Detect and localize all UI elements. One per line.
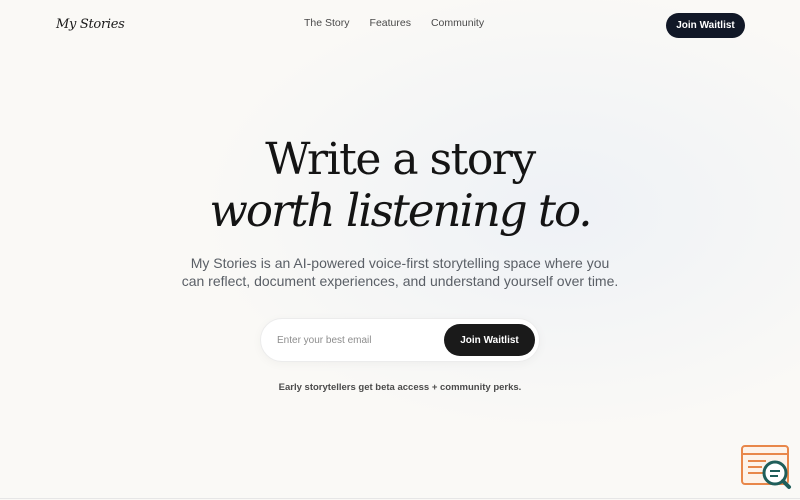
nav-link-community[interactable]: Community: [431, 17, 484, 29]
hero-title: Write a story worth listening to.: [0, 134, 800, 236]
nav-join-waitlist-button[interactable]: Join Waitlist: [666, 13, 745, 38]
perks-note: Early storytellers get beta access + com…: [278, 382, 522, 393]
brand-logo[interactable]: My Stories: [56, 17, 125, 32]
feedback-widget-button[interactable]: [740, 444, 792, 490]
form-join-waitlist-button[interactable]: Join Waitlist: [444, 324, 535, 356]
top-navbar: My Stories The Story Features Community …: [0, 0, 800, 50]
hero-subtitle: My Stories is an AI-powered voice-first …: [181, 255, 619, 289]
nav-links: The Story Features Community: [304, 17, 484, 29]
bottom-divider: [0, 498, 800, 499]
hero-title-line-2: worth listening to.: [209, 184, 592, 237]
email-input[interactable]: [277, 330, 437, 350]
feedback-search-icon: [741, 445, 791, 489]
waitlist-form: Join Waitlist: [260, 318, 540, 362]
nav-link-the-story[interactable]: The Story: [304, 17, 350, 29]
hero-title-line-1: Write a story: [265, 134, 536, 185]
nav-link-features[interactable]: Features: [370, 17, 411, 29]
